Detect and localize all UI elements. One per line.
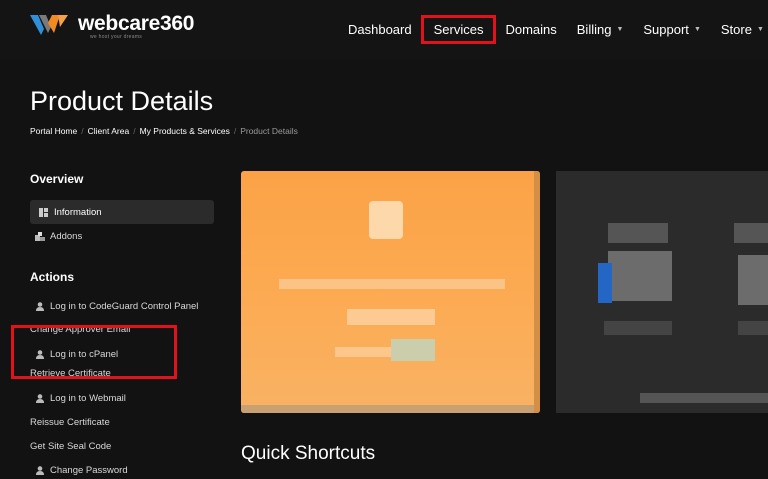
logo-mark-icon	[30, 15, 68, 35]
breadcrumb-separator: /	[133, 126, 136, 136]
blurred-text	[347, 309, 435, 325]
nav-billing-label: Billing	[576, 22, 612, 37]
blurred-text	[734, 223, 768, 243]
nav-services-label: Services	[433, 22, 484, 37]
nav-dashboard-label: Dashboard	[348, 22, 412, 37]
action-change-approver-email[interactable]: Change Approver Email	[30, 324, 216, 336]
breadcrumb-portal-home[interactable]: Portal Home	[30, 126, 77, 136]
quick-shortcuts-heading: Quick Shortcuts	[241, 443, 376, 464]
sidebar-item-label: Information	[54, 206, 102, 218]
sidebar-item-label: Log in to CodeGuard Control Panel	[50, 300, 199, 312]
sidebar-item-label: Retrieve Certificate	[30, 368, 111, 379]
sidebar-item-label: Reissue Certificate	[30, 416, 110, 428]
chevron-down-icon: ▼	[693, 26, 701, 33]
sidebar-item-information[interactable]: Information	[30, 200, 214, 224]
sidebar-item-label: Get Site Seal Code	[30, 440, 112, 452]
chevron-down-icon: ▼	[616, 26, 624, 33]
user-icon	[34, 393, 45, 403]
product-status-card	[241, 171, 540, 413]
nav-domains[interactable]: Domains	[495, 18, 566, 41]
nav-store[interactable]: Store ▼	[711, 18, 768, 41]
blurred-text	[604, 321, 672, 335]
user-icon	[34, 465, 45, 475]
breadcrumb-my-products[interactable]: My Products & Services	[140, 126, 230, 136]
action-get-site-seal-code[interactable]: Get Site Seal Code	[30, 434, 216, 458]
breadcrumb-client-area[interactable]: Client Area	[88, 126, 130, 136]
grid-icon	[38, 207, 49, 217]
sidebar-heading-actions: Actions	[30, 270, 75, 284]
breadcrumb-separator: /	[81, 126, 84, 136]
action-webmail-login[interactable]: Log in to Webmail	[30, 386, 216, 410]
breadcrumb-current: Product Details	[240, 126, 298, 136]
blurred-text	[335, 347, 391, 357]
sidebar-heading-overview: Overview	[30, 172, 84, 186]
blurred-text	[738, 321, 768, 335]
sidebar: Overview Information Addons Actions Log …	[30, 172, 216, 479]
user-icon	[34, 301, 45, 311]
page-title: Product Details	[30, 86, 214, 116]
breadcrumb-separator: /	[233, 126, 237, 136]
sidebar-item-label: Addons	[50, 230, 83, 242]
cubes-icon	[34, 231, 45, 241]
action-retrieve-certificate[interactable]: Retrieve Certificate	[30, 368, 216, 380]
action-reissue-certificate[interactable]: Reissue Certificate	[30, 410, 216, 434]
blurred-logo-accent	[598, 263, 612, 303]
sidebar-item-label: Log in to cPanel	[50, 348, 119, 360]
sidebar-item-label: Change Approver Email	[30, 324, 131, 335]
nav-support-label: Support	[643, 22, 689, 37]
nav-domains-label: Domains	[505, 22, 557, 37]
blurred-logo	[608, 251, 672, 301]
brand-logo[interactable]: webcare360 we host your dreams	[30, 13, 194, 40]
blurred-logo	[738, 255, 768, 305]
blurred-badge	[391, 339, 435, 361]
blurred-text	[640, 393, 768, 403]
chevron-down-icon: ▼	[756, 26, 764, 33]
blurred-text	[279, 279, 505, 289]
user-icon	[34, 349, 45, 359]
action-change-password[interactable]: Change Password	[30, 458, 216, 479]
nav-services[interactable]: Services	[420, 15, 497, 44]
sidebar-item-label: Change Password	[50, 464, 128, 476]
action-cpanel-login[interactable]: Log in to cPanel	[30, 342, 216, 366]
nav-support[interactable]: Support ▼	[633, 18, 710, 41]
action-codeguard-login[interactable]: Log in to CodeGuard Control Panel	[30, 294, 216, 318]
sidebar-item-addons[interactable]: Addons	[30, 224, 216, 248]
nav-store-label: Store	[720, 22, 752, 37]
main-nav: Dashboard Services Domains Billing ▼ Supp…	[338, 15, 768, 44]
nav-dashboard[interactable]: Dashboard	[338, 18, 422, 41]
product-icon	[369, 201, 403, 239]
product-info-card	[556, 171, 768, 413]
sidebar-item-label: Log in to Webmail	[50, 392, 126, 404]
brand-name: webcare360	[78, 12, 195, 35]
top-navbar: webcare360 we host your dreams Dashboard…	[0, 0, 768, 60]
nav-billing[interactable]: Billing ▼	[567, 18, 634, 41]
breadcrumb: Portal Home / Client Area / My Products …	[30, 126, 298, 136]
blurred-text	[608, 223, 668, 243]
